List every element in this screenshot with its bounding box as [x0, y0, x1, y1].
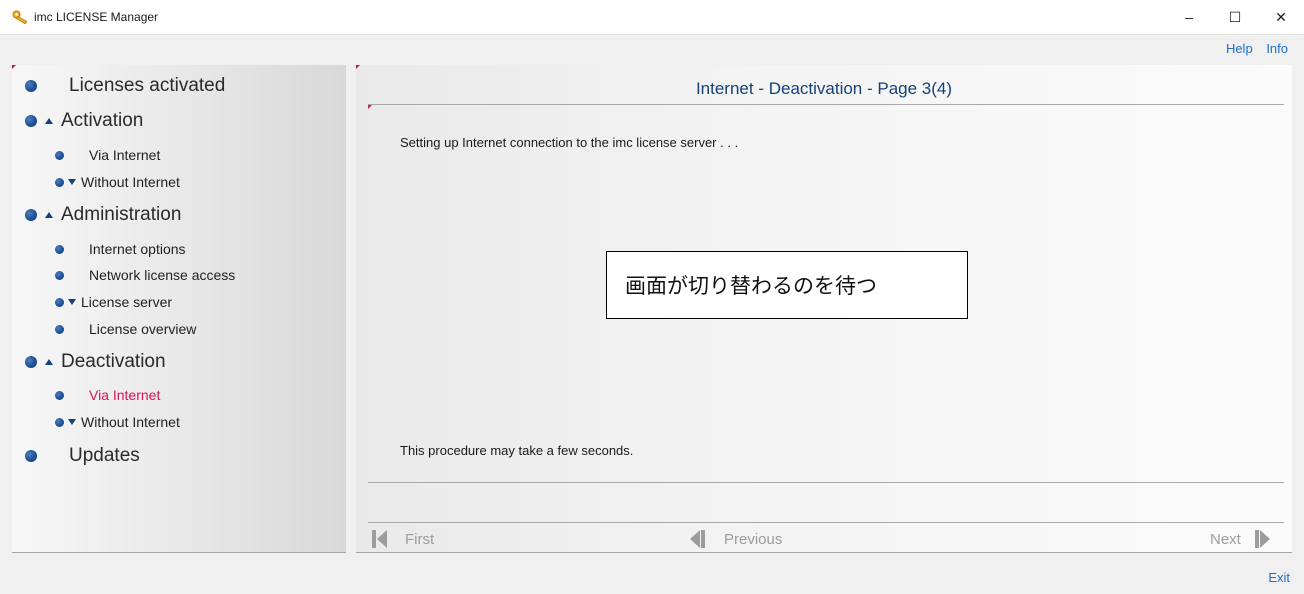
bullet-icon [25, 115, 37, 127]
sidebar-item-label: Administration [61, 204, 182, 225]
help-link[interactable]: Help [1226, 41, 1253, 56]
top-links: Help Info [1216, 41, 1288, 56]
bullet-icon [25, 356, 37, 368]
footer-text: This procedure may take a few seconds. [400, 443, 634, 458]
sidebar-item-label: Internet options [89, 241, 186, 257]
previous-label: Previous [724, 530, 783, 548]
next-icon [1254, 530, 1270, 548]
sidebar-item-label: License server [81, 294, 173, 310]
sidebar-item-label: Without Internet [81, 414, 180, 430]
collapse-up-icon [45, 359, 53, 365]
info-link[interactable]: Info [1266, 41, 1288, 56]
sidebar-item-licenses-activated[interactable]: Licenses activated [25, 75, 225, 97]
expand-down-icon [68, 299, 76, 305]
maximize-icon: ☐ [1228, 8, 1242, 25]
expand-down-icon [68, 179, 76, 185]
sidebar-item-activation-via-internet[interactable]: Via Internet [55, 147, 160, 163]
first-label: First [405, 530, 435, 548]
bullet-icon [55, 270, 64, 280]
key-app-icon [12, 10, 28, 24]
bullet-icon [25, 80, 37, 92]
collapse-up-icon [45, 118, 53, 124]
sidebar-item-updates[interactable]: Updates [25, 445, 140, 467]
nav-divider [368, 522, 1284, 523]
bullet-icon [55, 297, 64, 307]
sidebar-item-label: Via Internet [89, 147, 161, 163]
previous-icon [690, 530, 705, 548]
bullet-icon [55, 324, 64, 334]
corner-marker [12, 65, 16, 69]
title-bar: imc LICENSE Manager – ☐ ✕ [0, 0, 1304, 35]
annotation-box: 画面が切り替わるのを待つ [606, 251, 968, 319]
sidebar-item-activation[interactable]: Activation [25, 110, 143, 132]
first-button[interactable]: First [372, 530, 434, 548]
expand-down-icon [68, 419, 76, 425]
sidebar-item-label: Deactivation [61, 351, 166, 372]
bullet-icon [55, 390, 64, 400]
minimize-icon: – [1185, 9, 1193, 25]
previous-button[interactable]: Previous [690, 530, 782, 548]
sidebar-item-license-overview[interactable]: License overview [55, 321, 196, 337]
bullet-icon [55, 177, 64, 187]
page-title: Internet - Deactivation - Page 3(4) [695, 79, 953, 98]
sidebar-item-internet-options[interactable]: Internet options [55, 241, 186, 257]
next-label: Next [1210, 530, 1241, 548]
exit-link[interactable]: Exit [1268, 570, 1290, 585]
sidebar-item-label: Activation [61, 110, 144, 131]
status-text: Setting up Internet connection to the im… [400, 135, 739, 150]
sidebar-item-label: Licenses activated [69, 75, 226, 96]
sidebar-item-license-server[interactable]: License server [55, 294, 172, 310]
sidebar-item-activation-without-internet[interactable]: Without Internet [55, 174, 180, 190]
sidebar-item-label: Updates [69, 445, 140, 466]
bullet-icon [25, 209, 37, 221]
first-icon [372, 530, 387, 548]
collapse-up-icon [45, 212, 53, 218]
sidebar-item-administration[interactable]: Administration [25, 204, 181, 226]
sidebar-item-label: License overview [89, 321, 197, 337]
corner-marker [368, 105, 372, 109]
sidebar-item-label: Network license access [89, 267, 236, 283]
bullet-icon [25, 450, 37, 462]
title-divider [368, 104, 1284, 105]
bullet-icon [55, 244, 64, 254]
bullet-icon [55, 150, 64, 160]
close-button[interactable]: ✕ [1258, 0, 1304, 34]
main-panel: Internet - Deactivation - Page 3(4) Sett… [356, 65, 1292, 553]
sidebar-item-label: Without Internet [81, 174, 180, 190]
corner-marker [356, 65, 360, 69]
bullet-icon [55, 417, 64, 427]
next-button[interactable]: Next [1210, 530, 1271, 548]
sidebar-item-deactivation[interactable]: Deactivation [25, 351, 166, 373]
window-title: imc LICENSE Manager [34, 10, 159, 24]
close-icon: ✕ [1275, 8, 1287, 25]
sidebar-item-label: Via Internet [89, 387, 161, 403]
footer-divider [368, 482, 1284, 483]
annotation-text: 画面が切り替わるのを待つ [625, 274, 877, 298]
sidebar-item-deactivation-via-internet[interactable]: Via Internet [55, 387, 160, 403]
sidebar: Licenses activated Activation Via Intern… [12, 65, 346, 553]
minimize-button[interactable]: – [1166, 0, 1212, 34]
sidebar-item-deactivation-without-internet[interactable]: Without Internet [55, 414, 180, 430]
maximize-button[interactable]: ☐ [1212, 0, 1258, 34]
sidebar-item-network-license-access[interactable]: Network license access [55, 267, 235, 283]
